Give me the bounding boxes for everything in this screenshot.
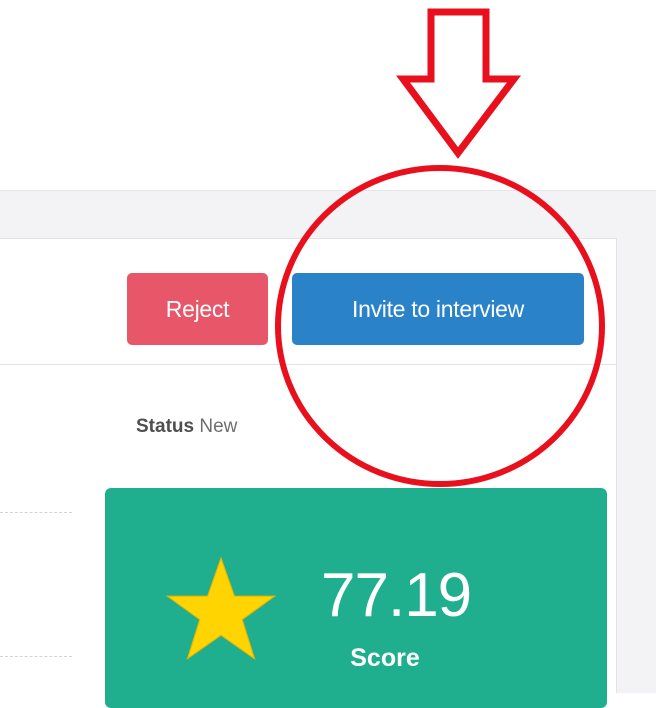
status-value: New bbox=[199, 416, 238, 437]
star-icon bbox=[165, 556, 277, 661]
page-header-area bbox=[0, 0, 656, 190]
invite-to-interview-button[interactable]: Invite to interview bbox=[292, 273, 584, 345]
score-card: 77.19 Score bbox=[105, 488, 607, 708]
score-label: Score bbox=[350, 644, 420, 672]
dashed-divider bbox=[0, 656, 72, 657]
status-field: Status New bbox=[136, 416, 237, 438]
status-label: Status bbox=[136, 416, 195, 437]
reject-button[interactable]: Reject bbox=[127, 273, 268, 345]
score-value: 77.19 bbox=[321, 561, 472, 630]
dashed-divider bbox=[0, 512, 72, 513]
panel-divider bbox=[0, 364, 616, 365]
